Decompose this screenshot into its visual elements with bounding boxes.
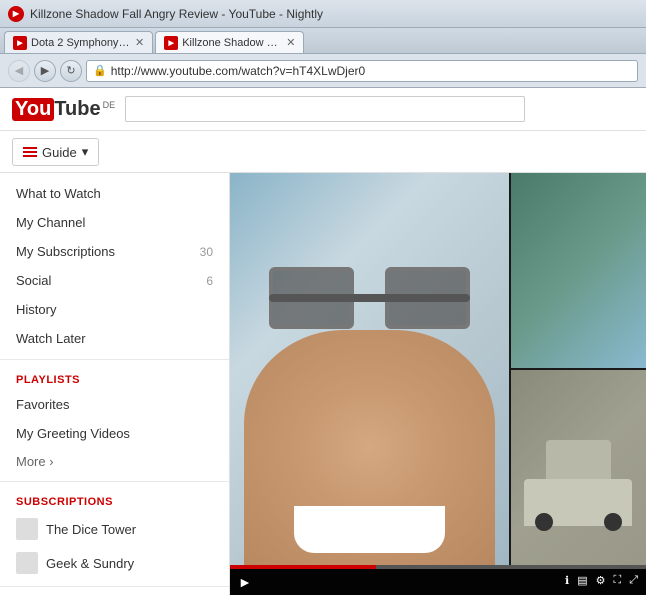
sidebar-item-what-to-watch[interactable]: What to Watch (0, 179, 229, 208)
car-wheel-left (535, 513, 553, 531)
guide-label: Guide (42, 145, 77, 160)
sidebar-item-watch-later[interactable]: Watch Later (0, 324, 229, 353)
sidebar-item-label: My Subscriptions (16, 244, 200, 259)
sidebar-item-my-channel[interactable]: My Channel (0, 208, 229, 237)
youtube-logo[interactable]: YouTubeDE (12, 98, 115, 121)
logo-de: DE (103, 100, 116, 110)
sidebar-item-my-subscriptions[interactable]: My Subscriptions 30 (0, 237, 229, 266)
youtube-page: YouTubeDE Guide ▾ What to Watch My Chann… (0, 88, 646, 595)
address-lock-icon: 🔒 (93, 64, 107, 77)
sidebar-item-history[interactable]: History (0, 295, 229, 324)
car-wheel-right (604, 513, 622, 531)
sidebar-item-label: Social (16, 273, 206, 288)
playlist-button[interactable]: ▤ (577, 574, 587, 587)
video-thumb-bottom (509, 369, 646, 565)
tab-icon-symbol: ▶ (13, 9, 19, 18)
sidebar: What to Watch My Channel My Subscription… (0, 173, 230, 595)
sidebar-item-label: What to Watch (16, 186, 213, 201)
sidebar-item-label: History (16, 302, 213, 317)
search-input[interactable] (125, 96, 525, 122)
tab-1-label: Killzone Shadow Fa... (182, 37, 282, 49)
youtube-main: What to Watch My Channel My Subscription… (0, 173, 646, 595)
guide-arrow-icon: ▾ (82, 144, 89, 160)
face-teeth (294, 506, 445, 553)
tab-0-icon: ▶ (13, 36, 27, 50)
sidebar-item-favorites[interactable]: Favorites (0, 390, 229, 419)
video-frame: ► ℹ ▤ ⚙ ⛶ ⤢ (230, 173, 646, 595)
progress-fill (230, 565, 376, 569)
address-text: http://www.youtube.com/watch?v=hT4XLwDje… (111, 64, 365, 78)
car-roof (546, 440, 611, 479)
sidebar-item-my-greeting-videos[interactable]: My Greeting Videos (0, 419, 229, 448)
video-area[interactable]: ► ℹ ▤ ⚙ ⛶ ⤢ (230, 173, 646, 595)
sidebar-subscriptions-section: SUBSCRIPTIONS The Dice Tower Geek & Sund… (0, 482, 229, 587)
progress-bar[interactable] (230, 565, 646, 569)
youtube-header: YouTubeDE (0, 88, 646, 131)
channel-thumb-icon (16, 518, 38, 540)
guide-button[interactable]: Guide ▾ (12, 138, 99, 166)
sidebar-item-label: Favorites (16, 397, 213, 412)
browser-tab-icon: ▶ (8, 6, 24, 22)
back-button[interactable]: ◀ (8, 60, 30, 82)
channel-thumb-icon (16, 552, 38, 574)
forward-button[interactable]: ▶ (34, 60, 56, 82)
sidebar-item-label: My Channel (16, 215, 213, 230)
video-display (230, 173, 646, 565)
fullscreen-button[interactable]: ⤢ (629, 574, 638, 587)
sidebar-item-social[interactable]: Social 6 (0, 266, 229, 295)
sidebar-item-label: Watch Later (16, 331, 213, 346)
channel-label: The Dice Tower (46, 522, 136, 537)
sidebar-playlists-section: PLAYLISTS Favorites My Greeting Videos M… (0, 360, 229, 482)
play-pause-button[interactable]: ► (238, 574, 252, 590)
video-controls: ► ℹ ▤ ⚙ ⛶ ⤢ (230, 565, 646, 595)
video-face-area (230, 173, 509, 565)
channel-label: Geek & Sundry (46, 556, 134, 571)
sidebar-item-label: My Greeting Videos (16, 426, 213, 441)
sidebar-item-count: 6 (206, 274, 213, 288)
browser-title: Killzone Shadow Fall Angry Review - YouT… (30, 7, 323, 21)
hamburger-icon (23, 147, 37, 157)
tab-1-close[interactable]: ✕ (286, 36, 295, 49)
browser-tab-1[interactable]: ▶ Killzone Shadow Fa... ✕ (155, 31, 304, 53)
car-graphic (524, 448, 632, 526)
video-thumbnails (509, 173, 646, 565)
logo-you: You (12, 98, 54, 121)
tab-0-close[interactable]: ✕ (135, 36, 144, 49)
browser-tabs-bar: ▶ Dota 2 Symphony of ... ✕ ▶ Killzone Sh… (0, 28, 646, 54)
address-input[interactable]: 🔒 http://www.youtube.com/watch?v=hT4XLwD… (86, 60, 638, 82)
settings-button[interactable]: ⚙ (596, 574, 606, 587)
browser-tab-0[interactable]: ▶ Dota 2 Symphony of ... ✕ (4, 31, 153, 53)
sidebar-channel-geek-sundry[interactable]: Geek & Sundry (0, 546, 229, 580)
sidebar-more[interactable]: More › (0, 448, 229, 475)
sidebar-nav-section: What to Watch My Channel My Subscription… (0, 173, 229, 360)
browser-address-bar: ◀ ▶ ↻ 🔒 http://www.youtube.com/watch?v=h… (0, 54, 646, 88)
sunglasses (258, 232, 481, 408)
sidebar-channel-dice-tower[interactable]: The Dice Tower (0, 512, 229, 546)
refresh-button[interactable]: ↻ (60, 60, 82, 82)
sidebar-item-count: 30 (200, 245, 213, 259)
tab-1-icon: ▶ (164, 36, 178, 50)
info-button[interactable]: ℹ (565, 574, 569, 587)
browser-titlebar: ▶ Killzone Shadow Fall Angry Review - Yo… (0, 0, 646, 28)
playlists-title: PLAYLISTS (0, 366, 229, 390)
theater-button[interactable]: ⛶ (613, 574, 621, 587)
video-thumb-top (509, 173, 646, 369)
glasses-bridge (269, 294, 470, 302)
guide-bar: Guide ▾ (0, 131, 646, 173)
logo-tube: Tube (54, 98, 100, 121)
tab-0-label: Dota 2 Symphony of ... (31, 37, 131, 49)
subscriptions-title: SUBSCRIPTIONS (0, 488, 229, 512)
